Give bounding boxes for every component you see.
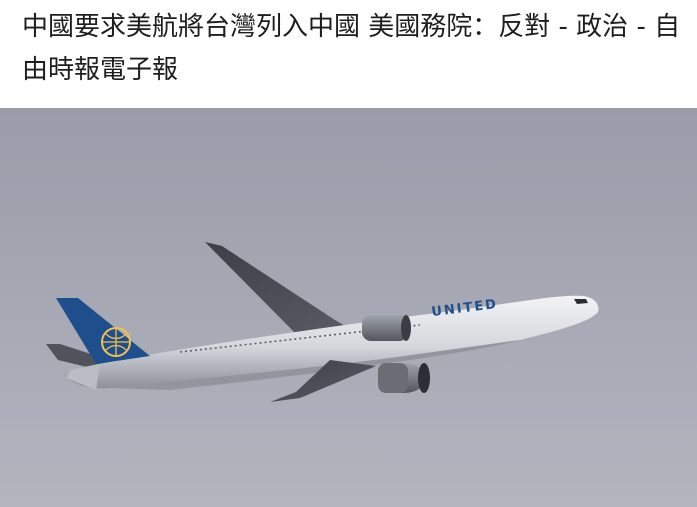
airplane-image: UNITED — [0, 108, 697, 507]
engine-far — [362, 315, 411, 341]
article-photo[interactable]: UNITED — [0, 108, 697, 507]
news-card[interactable]: 中國要求美航將台灣列入中國 美國務院：反對 - 政治 - 自由時報電子報 UNI… — [0, 0, 697, 507]
headline-link[interactable]: 中國要求美航將台灣列入中國 美國務院：反對 - 政治 - 自由時報電子報 — [22, 6, 682, 92]
globe-logo-icon — [101, 327, 131, 357]
engine-near — [378, 363, 430, 393]
